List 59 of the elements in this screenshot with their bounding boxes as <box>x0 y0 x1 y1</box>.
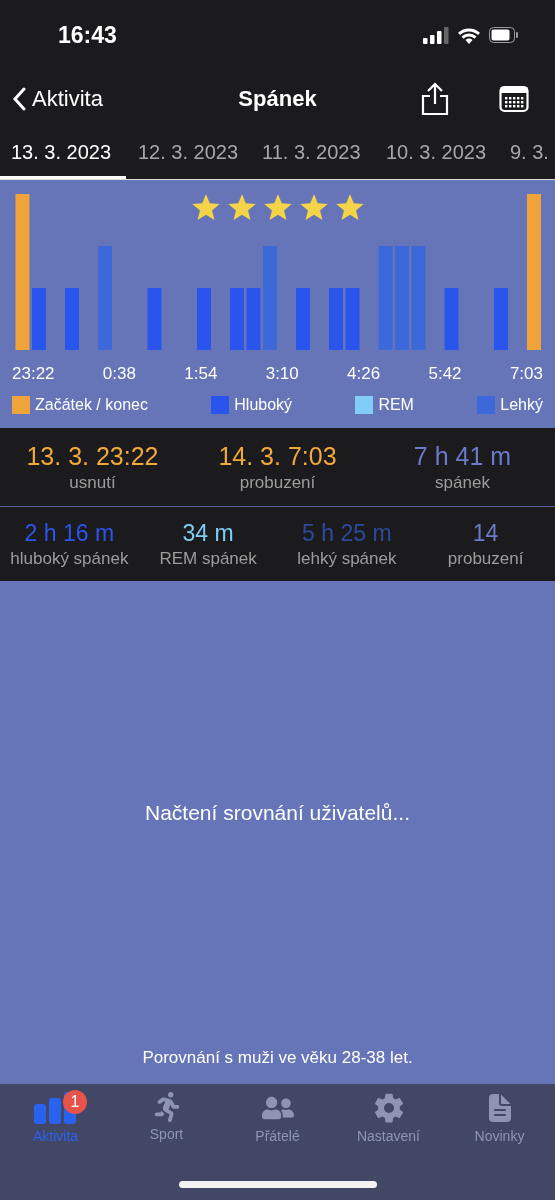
stat-value: 14. 3. 7:03 <box>218 441 337 471</box>
sleep-bar <box>32 288 46 350</box>
star-icon <box>191 194 220 222</box>
loading-message: Načtení srovnání uživatelů... <box>145 801 410 825</box>
sleep-bar <box>230 288 244 350</box>
sleep-bar <box>246 288 261 350</box>
time-label: 7:03 <box>509 364 543 384</box>
legend-label: Lehký <box>500 396 543 414</box>
stat-label: lehký spánek <box>297 548 397 569</box>
time-label: 4:26 <box>347 364 381 384</box>
sleep-bar <box>444 288 459 350</box>
stat-value: 13. 3. 23:22 <box>26 441 159 471</box>
date-tab[interactable]: 10. 3. 2023 <box>374 128 498 179</box>
status-time: 16:43 <box>58 21 117 49</box>
sleep-bar <box>329 288 343 350</box>
stat-label: spánek <box>435 472 490 493</box>
time-label: 23:22 <box>12 364 55 384</box>
comparison-note: Porovnání s muži ve věku 28-38 let. <box>142 1048 413 1068</box>
star-icon <box>227 194 256 222</box>
stat-value: 7 h 41 m <box>413 441 512 471</box>
battery-icon <box>489 27 519 43</box>
sleep-bar <box>345 288 360 350</box>
star-icon <box>263 194 292 222</box>
signal-icon <box>423 26 449 44</box>
notification-badge: 1 <box>63 1090 87 1114</box>
sleep-bar <box>494 288 508 350</box>
stat-label: probuzení <box>239 472 316 493</box>
time-label: 0:38 <box>102 364 136 384</box>
time-label: 5:42 <box>428 364 462 384</box>
legend-label: Hluboký <box>234 396 293 414</box>
time-label: 1:54 <box>184 364 218 384</box>
share-icon[interactable] <box>421 82 449 116</box>
sleep-bar <box>65 288 79 350</box>
date-tab[interactable]: 9. 3. <box>498 128 555 179</box>
back-link[interactable]: Aktivita <box>12 86 103 112</box>
time-label: 3:10 <box>265 364 299 384</box>
stat-label: REM spánek <box>159 548 257 569</box>
stat-value: 5 h 25 m <box>302 519 392 547</box>
stat-value: 34 m <box>182 519 234 547</box>
date-tab[interactable]: 11. 3. 2023 <box>250 128 374 179</box>
star-icon <box>299 194 328 222</box>
stat-label: usnutí <box>69 472 116 493</box>
sleep-bar <box>147 288 162 350</box>
chevron-left-icon <box>12 87 26 111</box>
stat-label: probuzení <box>447 548 524 569</box>
tab-bar-item[interactable]: Aktivita 1 <box>0 1084 111 1145</box>
star-icon <box>335 194 364 222</box>
wifi-icon <box>457 26 481 44</box>
settings-icon <box>372 1092 405 1124</box>
stat-value: 2 h 16 m <box>24 519 115 547</box>
stat-label: hluboký spánek <box>10 548 129 569</box>
stat-value: 14 <box>472 519 499 547</box>
legend-label: REM <box>378 396 414 414</box>
legend-label: Začátek / konec <box>35 396 148 414</box>
sleep-bar <box>197 288 211 350</box>
sleep-bar <box>296 288 310 350</box>
screen-title: Spánek <box>238 86 317 112</box>
calendar-icon[interactable] <box>499 85 529 113</box>
date-tab[interactable]: 12. 3. 2023 <box>126 128 250 179</box>
